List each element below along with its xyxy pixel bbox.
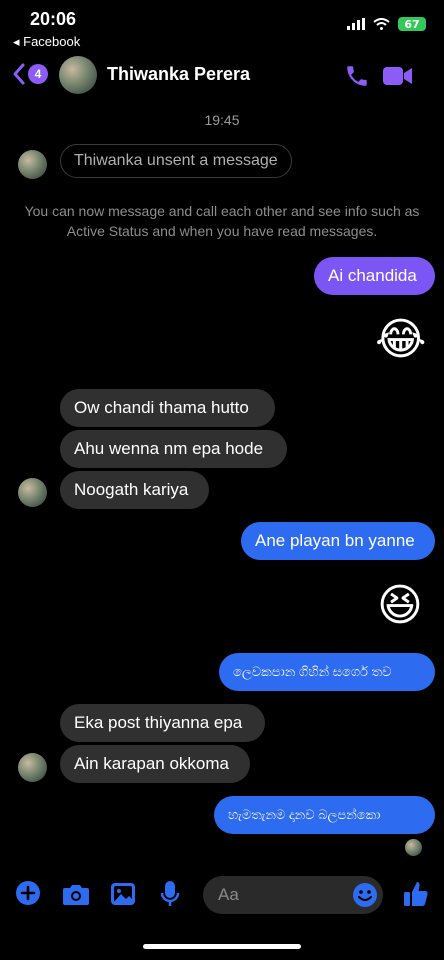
sender-avatar xyxy=(18,150,47,179)
emoji-icon[interactable] xyxy=(352,882,378,908)
sent-message[interactable]: ලෙවකපාන ගිහින් සර්ගෙ තව xyxy=(219,653,435,691)
thumbs-up-icon[interactable] xyxy=(403,880,429,908)
sender-avatar xyxy=(18,478,47,507)
back-to-app-link[interactable]: ◂ Facebook xyxy=(13,34,80,50)
phone-call-icon[interactable] xyxy=(344,63,370,89)
chevron-left-icon xyxy=(13,63,25,85)
sender-avatar xyxy=(18,753,47,782)
sent-message[interactable]: Ai chandida xyxy=(314,257,435,295)
received-message[interactable]: Eka post thiyanna epa xyxy=(60,704,265,742)
unread-count-badge: 4 xyxy=(28,64,48,84)
battery-icon: 67 xyxy=(398,17,426,31)
sent-message[interactable]: Ane playan bn yanne xyxy=(241,522,435,560)
read-receipt-avatar xyxy=(405,839,422,856)
contact-avatar[interactable] xyxy=(59,56,97,94)
contact-name[interactable]: Thiwanka Perera xyxy=(107,64,250,85)
sent-emoji-message[interactable]: 😆 xyxy=(377,580,423,631)
received-message[interactable]: Ow chandi thama hutto xyxy=(60,389,275,427)
status-icons: 67 xyxy=(347,17,426,31)
video-call-icon[interactable] xyxy=(383,65,413,87)
wifi-icon xyxy=(373,18,390,30)
camera-icon[interactable] xyxy=(62,882,90,906)
sent-message[interactable]: හැමතැනම දානව බලපන්කො xyxy=(214,796,435,834)
microphone-icon[interactable] xyxy=(160,880,180,908)
timestamp-separator: 19:45 xyxy=(204,112,240,128)
message-input-placeholder: Aa xyxy=(218,885,239,904)
back-button[interactable]: 4 xyxy=(12,62,48,86)
gallery-icon[interactable] xyxy=(110,882,136,906)
home-indicator[interactable] xyxy=(143,944,301,949)
unsent-notice: Thiwanka unsent a message xyxy=(60,144,292,178)
signal-icon xyxy=(347,18,365,30)
received-message[interactable]: Noogath kariya xyxy=(60,471,209,509)
status-time: 20:06 xyxy=(30,9,77,29)
plus-icon[interactable] xyxy=(15,880,41,906)
received-message[interactable]: Ain karapan okkoma xyxy=(60,745,250,783)
received-message[interactable]: Ahu wenna nm epa hode xyxy=(60,430,287,468)
sent-emoji-message[interactable]: 😂 xyxy=(375,314,426,365)
connection-info-text: You can now message and call each other … xyxy=(24,203,420,239)
